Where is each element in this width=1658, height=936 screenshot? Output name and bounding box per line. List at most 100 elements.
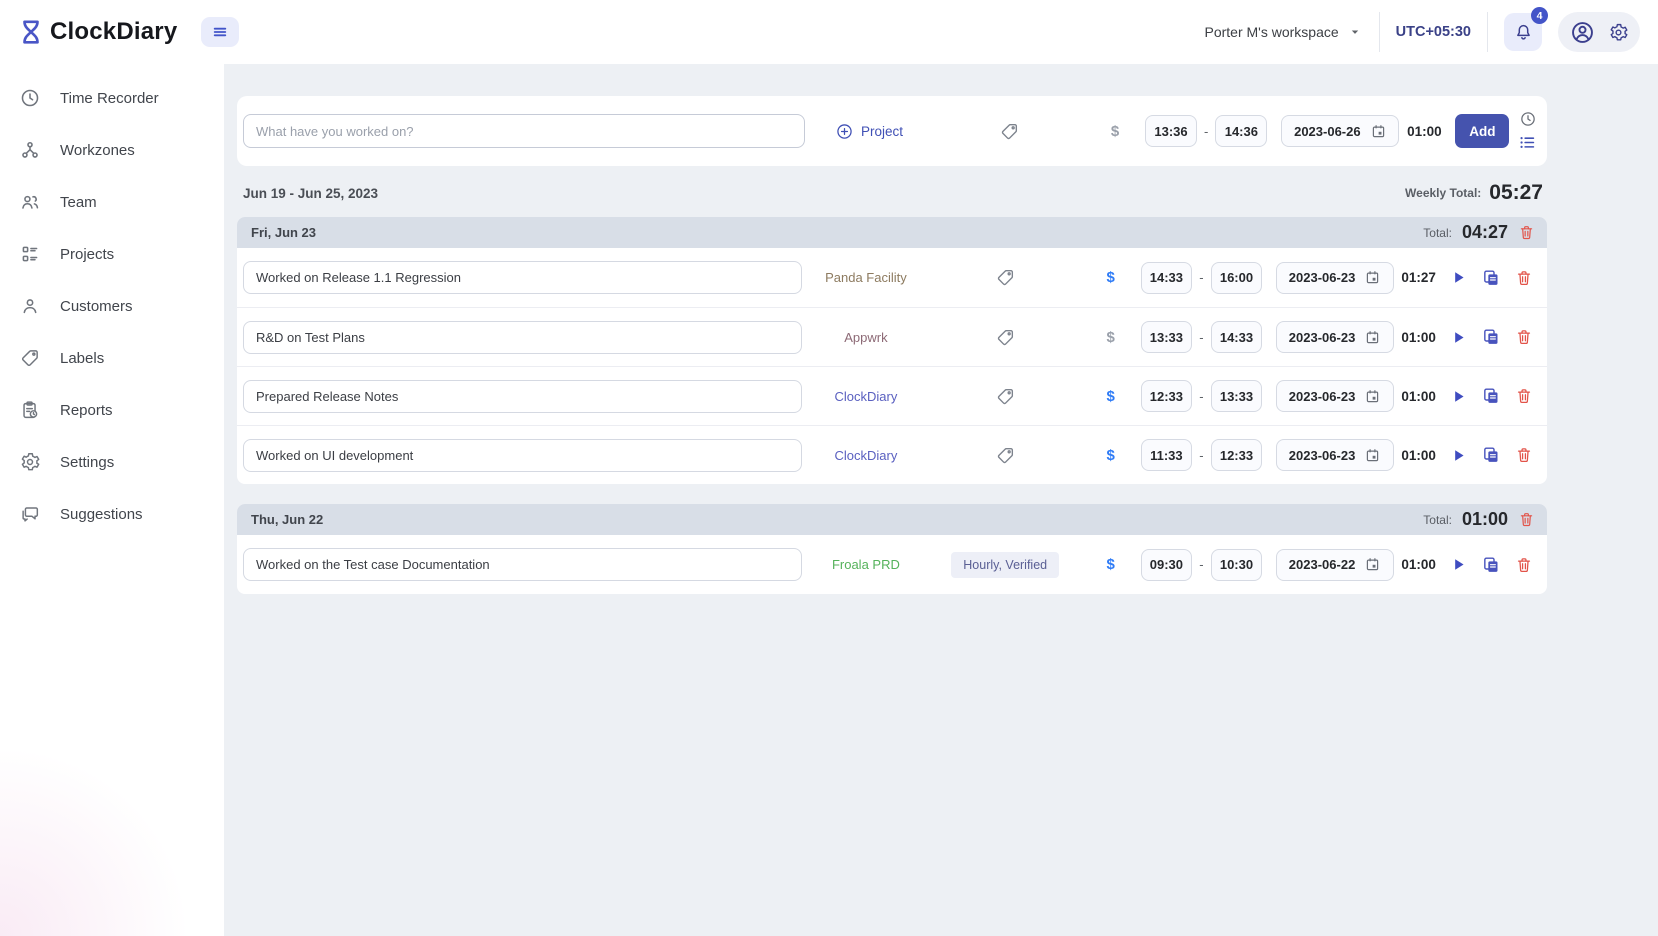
week-summary: Jun 19 - Jun 25, 2023 Weekly Total: 05:2…: [243, 181, 1543, 205]
day-total-label: Total:: [1423, 512, 1452, 527]
entry-labels[interactable]: Hourly, Verified: [951, 551, 1060, 578]
day-total-value: 04:27: [1461, 222, 1508, 242]
copy-icon: [1481, 386, 1501, 406]
sidebar-item-time-recorder[interactable]: Time Recorder: [0, 72, 224, 124]
start-timer-button[interactable]: [1444, 268, 1474, 287]
header-divider: [1487, 12, 1488, 52]
delete-entry-button[interactable]: [1509, 387, 1539, 405]
tag-icon-button[interactable]: [995, 327, 1016, 348]
start-timer-button[interactable]: [1444, 446, 1474, 465]
account-button[interactable]: [1569, 19, 1596, 46]
trash-icon: [1515, 556, 1533, 574]
delete-day-button[interactable]: [1518, 511, 1535, 528]
duplicate-entry-button[interactable]: [1473, 445, 1509, 465]
date-value: 2023-06-26: [1294, 123, 1361, 139]
duplicate-entry-button[interactable]: [1473, 327, 1509, 347]
billable-toggle[interactable]: $: [1081, 447, 1141, 464]
date-input[interactable]: 2023-06-26: [1281, 115, 1400, 147]
header-divider: [1378, 12, 1380, 52]
date-input[interactable]: 2023-06-23: [1276, 380, 1394, 412]
date-input[interactable]: 2023-06-23: [1276, 439, 1394, 471]
day-total-value: 01:00: [1461, 509, 1508, 529]
caret-down-icon: [1347, 24, 1363, 40]
billable-toggle[interactable]: $: [1081, 269, 1141, 286]
start-time-input[interactable]: 13:33: [1140, 321, 1193, 353]
day-total-label: Total:: [1423, 225, 1452, 240]
end-time-input[interactable]: 10:30: [1210, 548, 1263, 581]
copy-icon: [1481, 555, 1501, 575]
trash-icon: [1515, 446, 1533, 464]
entry-description-input[interactable]: Worked on UI development: [243, 438, 803, 472]
tag-icon-button[interactable]: [995, 445, 1016, 466]
start-time-input[interactable]: 13:36: [1145, 115, 1197, 147]
entry-project[interactable]: ClockDiary: [802, 448, 929, 463]
sidebar-item-team[interactable]: Team: [0, 176, 224, 228]
billable-toggle[interactable]: $: [1081, 556, 1141, 573]
sidebar-item-customers[interactable]: Customers: [0, 280, 224, 332]
add-button[interactable]: Add: [1455, 114, 1510, 148]
tag-icon-button[interactable]: [999, 121, 1020, 142]
time-separator: -: [1204, 123, 1209, 139]
workspace-selector[interactable]: Porter M's workspace: [1204, 24, 1362, 40]
start-timer-button[interactable]: [1444, 555, 1474, 574]
delete-entry-button[interactable]: [1509, 269, 1539, 287]
tag-icon-button[interactable]: [995, 386, 1016, 407]
entry-project[interactable]: ClockDiary: [802, 389, 929, 404]
billable-toggle[interactable]: $: [1081, 329, 1141, 346]
end-time-input[interactable]: 16:00: [1210, 261, 1263, 294]
settings-button[interactable]: [1608, 22, 1629, 43]
copy-icon: [1481, 327, 1501, 347]
date-input[interactable]: 2023-06-22: [1276, 548, 1394, 581]
end-time-input[interactable]: 12:33: [1210, 439, 1263, 471]
duration-value: 01:00: [1401, 557, 1436, 572]
sidebar-item-workzones[interactable]: Workzones: [0, 124, 224, 176]
start-timer-button[interactable]: [1444, 387, 1474, 406]
entry-description-input[interactable]: Worked on Release 1.1 Regression: [243, 261, 803, 294]
time-entry-row: Worked on Release 1.1 Regression Panda F…: [237, 248, 1547, 307]
duplicate-entry-button[interactable]: [1473, 268, 1509, 288]
duplicate-entry-button[interactable]: [1473, 386, 1509, 406]
sidebar-item-settings[interactable]: Settings: [0, 436, 224, 488]
end-time-input[interactable]: 14:36: [1215, 115, 1268, 147]
sidebar-item-suggestions[interactable]: Suggestions: [0, 488, 224, 540]
sidebar-item-projects[interactable]: Projects: [0, 228, 224, 280]
entry-project[interactable]: Froala PRD: [802, 557, 929, 572]
date-input[interactable]: 2023-06-23: [1276, 261, 1394, 294]
add-project-button[interactable]: Project: [805, 122, 933, 141]
timer-mode-button[interactable]: [1519, 110, 1537, 128]
work-description-input[interactable]: [243, 114, 805, 148]
calendar-icon: [1364, 556, 1381, 573]
entry-project[interactable]: Panda Facility: [802, 270, 929, 285]
entry-description-input[interactable]: Prepared Release Notes: [243, 379, 803, 413]
date-input[interactable]: 2023-06-23: [1276, 321, 1394, 353]
start-time-input[interactable]: 14:33: [1140, 261, 1193, 294]
trash-icon: [1518, 511, 1535, 528]
delete-entry-button[interactable]: [1509, 328, 1539, 346]
person-icon: [19, 295, 41, 317]
menu-toggle-button[interactable]: [201, 17, 240, 47]
timezone-label[interactable]: UTC+05:30: [1396, 24, 1471, 40]
end-time-input[interactable]: 14:33: [1210, 321, 1263, 353]
delete-entry-button[interactable]: [1509, 556, 1539, 574]
start-time-input[interactable]: 11:33: [1140, 439, 1193, 471]
billable-toggle[interactable]: $: [1085, 123, 1145, 140]
start-time-input[interactable]: 12:33: [1140, 380, 1193, 412]
end-time-input[interactable]: 13:33: [1210, 380, 1263, 412]
billable-toggle[interactable]: $: [1081, 388, 1141, 405]
entry-description-input[interactable]: R&D on Test Plans: [243, 320, 803, 354]
delete-entry-button[interactable]: [1509, 446, 1539, 464]
notifications-button[interactable]: 4: [1504, 7, 1548, 51]
tag-icon-button[interactable]: [995, 267, 1016, 288]
account-area: [1558, 12, 1640, 52]
sidebar-item-labels[interactable]: Labels: [0, 332, 224, 384]
sidebar-item-reports[interactable]: Reports: [0, 384, 224, 436]
start-timer-button[interactable]: [1444, 328, 1474, 347]
start-time-input[interactable]: 09:30: [1140, 548, 1193, 581]
duplicate-entry-button[interactable]: [1473, 555, 1509, 575]
entry-project[interactable]: Appwrk: [802, 330, 929, 345]
manual-mode-button[interactable]: [1518, 133, 1537, 152]
entry-description-input[interactable]: Worked on the Test case Documentation: [243, 548, 803, 581]
time-entry-row: Worked on the Test case Documentation Fr…: [237, 535, 1547, 594]
delete-day-button[interactable]: [1518, 224, 1535, 241]
app-logo[interactable]: ClockDiary: [16, 17, 177, 47]
